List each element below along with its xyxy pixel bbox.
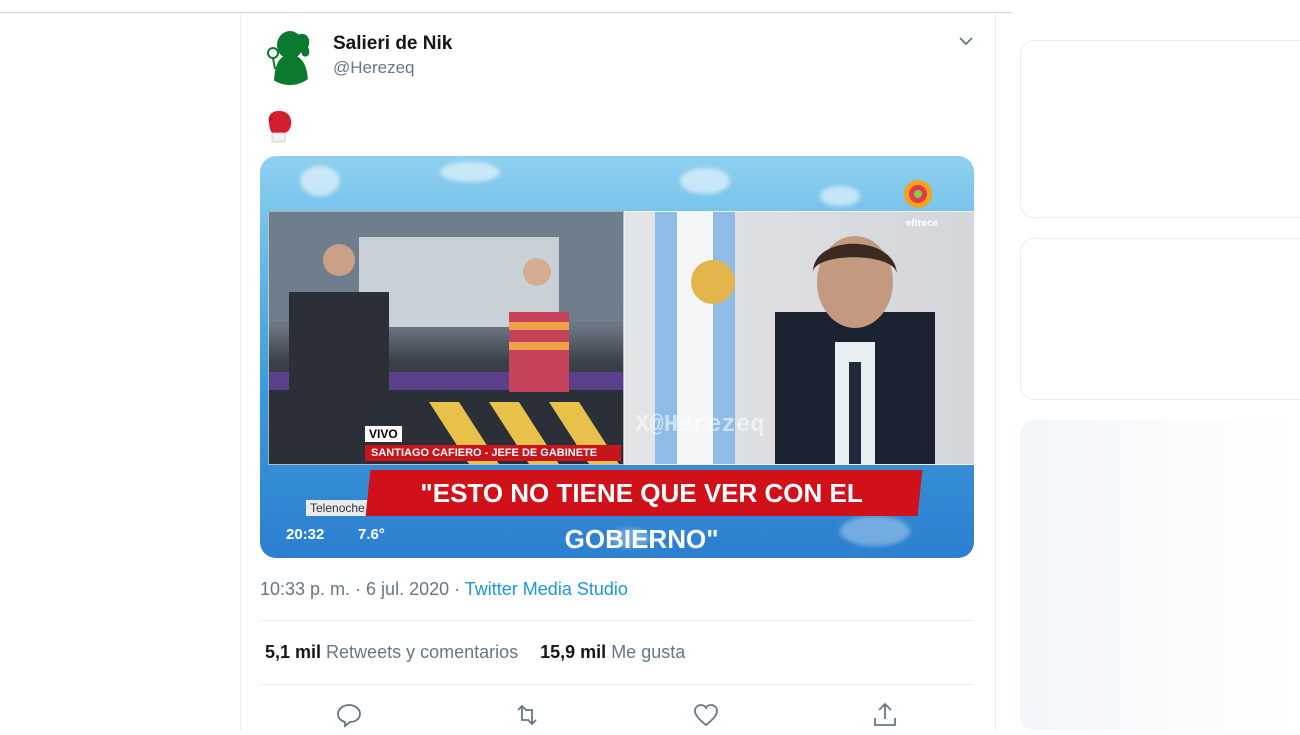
retweet-icon[interactable] (512, 700, 542, 730)
bokeh-light (300, 166, 340, 196)
studio-panel: VIVO SANTIAGO CAFIERO - JEFE DE GABINETE (268, 211, 624, 465)
tweet-stats: 5,1 mil Retweets y comentarios 15,9 mil M… (265, 642, 685, 663)
bokeh-light (820, 186, 860, 206)
heart-icon[interactable] (691, 700, 721, 730)
watermark: X@Herezeq (635, 412, 765, 439)
likes-label: Me gusta (611, 642, 686, 662)
retweets-count: 5,1 mil (265, 642, 322, 662)
display-name[interactable]: Salieri de Nik (333, 33, 452, 55)
retweets-label: Retweets y comentarios (326, 642, 519, 662)
live-tag: VIVO (365, 426, 402, 442)
action-bar (260, 700, 974, 730)
chevron-down-icon[interactable] (956, 31, 976, 51)
sidebar-card-top (1020, 40, 1300, 218)
avatar[interactable] (260, 25, 320, 85)
interview-panel: X@Herezeq (624, 211, 974, 465)
sidebar-card-bottom (1020, 238, 1300, 400)
source-link[interactable]: Twitter Media Studio (465, 579, 628, 599)
likes-stat[interactable]: 15,9 mil Me gusta (540, 642, 685, 662)
bokeh-light (440, 162, 500, 182)
headline-banner: "ESTO NO TIENE QUE VER CON EL GOBIERNO" (365, 470, 923, 554)
tweet-video[interactable]: VIVO SANTIAGO CAFIERO - JEFE DE GABINETE… (260, 156, 974, 558)
headline-text: "ESTO NO TIENE QUE VER CON EL GOBIERNO" (420, 478, 863, 554)
avatar-silhouette-icon (267, 31, 310, 85)
share-icon[interactable] (870, 700, 900, 730)
channel-name: eltrece (906, 218, 939, 229)
divider (260, 620, 974, 621)
boxing-glove-emoji (264, 108, 294, 144)
likes-count: 15,9 mil (540, 642, 607, 662)
reply-icon[interactable] (334, 700, 364, 730)
lower-third-name: SANTIAGO CAFIERO - JEFE DE GABINETE (365, 445, 621, 461)
channel-logo-icon (900, 174, 960, 214)
on-air-clock: 20:32 (286, 526, 325, 543)
user-handle[interactable]: @Herezeq (333, 58, 415, 78)
program-tag: Telenoche (306, 500, 369, 516)
bokeh-light (680, 168, 730, 194)
timestamp[interactable]: 10:33 p. m. · 6 jul. 2020 · (260, 579, 465, 599)
sidebar-card-faded (1020, 420, 1300, 730)
tweet-meta: 10:33 p. m. · 6 jul. 2020 · Twitter Medi… (260, 579, 628, 600)
retweets-stat[interactable]: 5,1 mil Retweets y comentarios (265, 642, 518, 662)
divider (260, 684, 974, 685)
